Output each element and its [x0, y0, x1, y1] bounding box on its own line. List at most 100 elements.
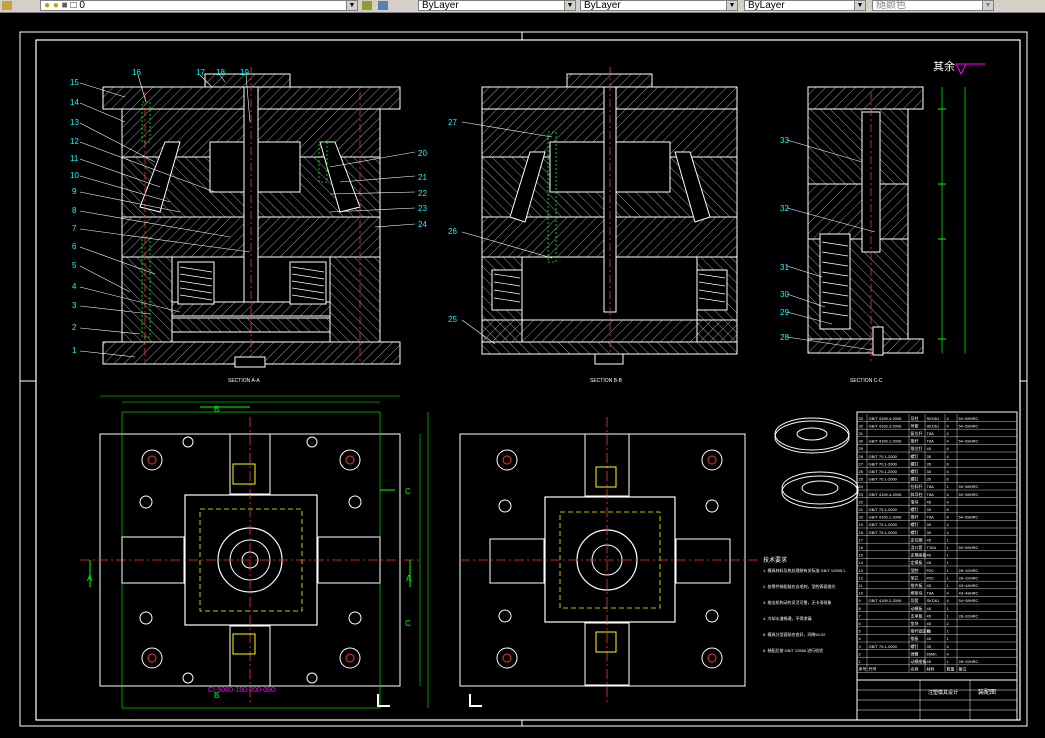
bom-cell: 50~55HRC — [959, 545, 979, 550]
bom-cell: 54~58HRC — [959, 423, 979, 428]
bom-cell: 14 — [859, 560, 864, 565]
tech-line: 2. 各零件装配前应去毛刺，型腔表面抛光 — [763, 583, 835, 589]
bom-cell: 9 — [859, 598, 862, 603]
bom-cell: SKD61 — [927, 416, 940, 421]
tech-line: 1. 模具材料及热处理按有关标准 GB/T 12555.1 — [763, 567, 846, 573]
part-label-28: 28 — [780, 333, 789, 342]
chevron-down-icon[interactable]: ▼ — [346, 1, 357, 10]
lightbulb-icon: ● — [44, 0, 51, 11]
bom-cell: 35 — [927, 477, 932, 482]
bom-cell: 45 — [927, 537, 932, 542]
bom-cell: 45 — [927, 629, 932, 634]
lineweight-dropdown[interactable]: ByLayer ▼ — [744, 0, 866, 11]
part-label-29: 29 — [780, 308, 789, 317]
bom-cell: 30 — [859, 439, 864, 444]
bom-cell: 65Mn — [927, 651, 937, 656]
bom-cell: 45 — [927, 659, 932, 664]
bom-cell: GB/T 4169.4-2006 — [869, 416, 903, 421]
bom-cell: 序号 — [859, 666, 867, 672]
chevron-down-icon[interactable]: ▼ — [854, 1, 865, 10]
layer-previous-icon[interactable] — [378, 1, 388, 10]
bom-cell: 1 — [947, 606, 950, 611]
bom-cell: 推杆 — [911, 514, 919, 520]
bom-cell: 28~32HRC — [959, 568, 979, 573]
lock-icon: ■ — [61, 0, 68, 11]
bom-cell: 4 — [947, 416, 950, 421]
chevron-down-icon[interactable]: ▼ — [982, 1, 993, 10]
bom-cell: 45 — [927, 446, 932, 451]
cut-label: B — [214, 405, 219, 414]
bom-cell: 45 — [927, 553, 932, 558]
bom-cell: 6 — [947, 461, 950, 466]
bom-cell: 1 — [947, 575, 950, 580]
layer-dropdown[interactable]: ● ● ■ □ 0 ▼ — [40, 0, 358, 11]
bom-cell: 浇口套 — [911, 544, 923, 550]
bom-cell: 1 — [947, 636, 950, 641]
section-a-a-view[interactable] — [102, 67, 401, 368]
bom-cell: 11 — [859, 583, 864, 588]
part-label-27: 27 — [448, 118, 457, 127]
tech-line: 6. 装配后按 GB/T 12556 进行检验 — [763, 647, 823, 653]
bom-cell: 45 — [927, 583, 932, 588]
title-block[interactable]: 注塑模具设计 装配图 — [856, 679, 1018, 721]
lineweight-value: ByLayer — [748, 0, 785, 11]
bom-cell: 45 — [927, 560, 932, 565]
part-label-18: 18 — [216, 68, 225, 77]
bom-cell: T8A — [927, 439, 935, 444]
part-label-1: 1 — [72, 346, 77, 355]
bom-cell: 数量 — [947, 666, 955, 672]
bom-cell: 4 — [947, 431, 950, 436]
bom-cell: 1 — [947, 553, 950, 558]
part-label-30: 30 — [780, 290, 789, 299]
linetype-dropdown[interactable]: ByLayer ▼ — [580, 0, 738, 11]
section-b-b-view[interactable] — [481, 67, 738, 365]
bom-cell: 1 — [947, 537, 950, 542]
drawing-canvas[interactable]: SECTION A-A SECTION B-B SECTION C-C 其余 C… — [0, 12, 1045, 738]
plotstyle-dropdown[interactable]: 随颜色 ▼ — [872, 0, 994, 11]
bom-cell: 复位杆 — [911, 430, 923, 436]
bom-cell: 25 — [859, 477, 864, 482]
bom-cell: 定模座板 — [911, 552, 927, 558]
bom-cell: 13 — [859, 568, 864, 573]
color-value: ByLayer — [422, 0, 459, 11]
bom-cell: 螺钉 — [911, 476, 919, 482]
part-label-11: 11 — [70, 154, 79, 163]
part-label-8: 8 — [72, 206, 77, 215]
bom-cell: 螺钉 — [911, 460, 919, 466]
bom-cell: 28~32HRC — [959, 659, 979, 664]
cut-label: C — [405, 619, 411, 628]
make-layer-current-icon[interactable] — [362, 1, 372, 10]
bom-cell: 33 — [859, 416, 864, 421]
bom-cell: 26 — [859, 469, 864, 474]
color-dropdown[interactable]: ByLayer ▼ — [418, 0, 576, 11]
bom-cell: 4 — [947, 591, 950, 596]
part-label-6: 6 — [72, 242, 77, 251]
bom-cell: 定模板 — [911, 559, 923, 565]
part-label-13: 13 — [70, 118, 79, 127]
bom-cell: 19 — [859, 522, 864, 527]
bom-cell: 导套 — [911, 597, 919, 603]
bom-cell: 螺钉 — [911, 506, 919, 512]
plan-view-fixed-half[interactable] — [459, 417, 760, 702]
part-label-4: 4 — [72, 282, 77, 291]
linetype-value: ByLayer — [584, 0, 621, 11]
chevron-down-icon[interactable]: ▼ — [564, 1, 575, 10]
bom-cell: 45 — [927, 613, 932, 618]
section-c-c-view[interactable] — [807, 86, 966, 362]
part-label-22: 22 — [418, 189, 427, 198]
bom-cell: 22 — [859, 499, 864, 504]
bill-of-materials-table[interactable]: 33 GB/T 4169.4-2006 导柱 SKD61 4 54~58HRC32 GB/T… — [856, 411, 1018, 681]
bom-cell: 16 — [859, 545, 864, 550]
cut-label: A — [87, 574, 93, 583]
bom-cell: 7 — [859, 613, 862, 618]
bom-cell: 1 — [859, 659, 862, 664]
plotstyle-value: 随颜色 — [876, 0, 906, 11]
bom-cell: T10A — [927, 545, 937, 550]
layer-manager-icon[interactable] — [2, 1, 12, 10]
bom-cell: 4 — [947, 492, 950, 497]
chevron-down-icon[interactable]: ▼ — [726, 1, 737, 10]
bom-cell: 8 — [947, 507, 950, 512]
bom-cell: 28~32HRC — [959, 575, 979, 580]
plan-view-moving-half[interactable] — [80, 395, 429, 709]
bom-cell: 螺钉 — [911, 521, 919, 527]
